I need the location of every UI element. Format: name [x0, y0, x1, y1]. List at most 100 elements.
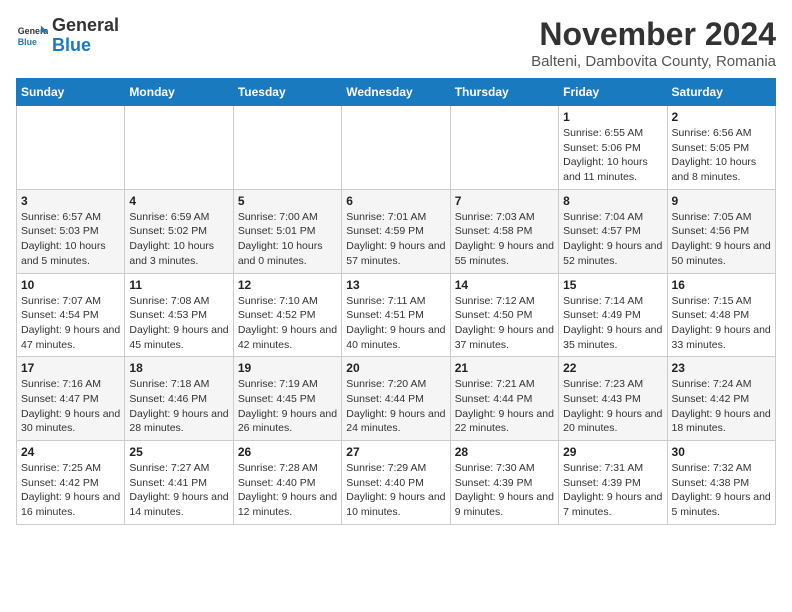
day-number: 22: [563, 361, 662, 375]
day-info: Sunrise: 7:18 AM Sunset: 4:46 PM Dayligh…: [129, 377, 228, 436]
day-info: Sunrise: 7:31 AM Sunset: 4:39 PM Dayligh…: [563, 461, 662, 520]
calendar-cell: 12 Sunrise: 7:10 AM Sunset: 4:52 PM Dayli…: [233, 273, 341, 357]
calendar-cell: [342, 106, 450, 190]
day-number: 18: [129, 361, 228, 375]
calendar-cell: 23 Sunrise: 7:24 AM Sunset: 4:42 PM Dayli…: [667, 357, 775, 441]
page-header: General Blue General Blue November 2024 …: [16, 16, 776, 70]
day-info: Sunrise: 7:27 AM Sunset: 4:41 PM Dayligh…: [129, 461, 228, 520]
calendar-cell: 8Sunrise: 7:04 AM Sunset: 4:57 PM Daylig…: [559, 189, 667, 273]
day-info: Sunrise: 7:19 AM Sunset: 4:45 PM Dayligh…: [238, 377, 337, 436]
calendar-cell: 7 Sunrise: 7:03 AM Sunset: 4:58 PM Daylig…: [450, 189, 558, 273]
day-number: 23: [672, 361, 771, 375]
day-info: Sunrise: 7:07 AM Sunset: 4:54 PM Dayligh…: [21, 294, 120, 353]
day-info: Sunrise: 6:57 AM Sunset: 5:03 PM Dayligh…: [21, 210, 120, 269]
day-info: Sunrise: 6:59 AM Sunset: 5:02 PM Dayligh…: [129, 210, 228, 269]
day-number: 19: [238, 361, 337, 375]
day-info: Sunrise: 7:24 AM Sunset: 4:42 PM Dayligh…: [672, 377, 771, 436]
calendar-cell: 16Sunrise: 7:15 AM Sunset: 4:48 PM Dayli…: [667, 273, 775, 357]
weekday-header-monday: Monday: [125, 79, 233, 106]
calendar-week-3: 10Sunrise: 7:07 AM Sunset: 4:54 PM Dayli…: [17, 273, 776, 357]
day-info: Sunrise: 7:08 AM Sunset: 4:53 PM Dayligh…: [129, 294, 228, 353]
calendar-cell: 2 Sunrise: 6:56 AM Sunset: 5:05 PM Daylig…: [667, 106, 775, 190]
day-number: 25: [129, 445, 228, 459]
day-info: Sunrise: 7:01 AM Sunset: 4:59 PM Dayligh…: [346, 210, 445, 269]
day-number: 5: [238, 194, 337, 208]
day-number: 28: [455, 445, 554, 459]
calendar-cell: [450, 106, 558, 190]
calendar-cell: 10Sunrise: 7:07 AM Sunset: 4:54 PM Dayli…: [17, 273, 125, 357]
day-number: 20: [346, 361, 445, 375]
day-number: 3: [21, 194, 120, 208]
day-number: 12: [238, 278, 337, 292]
calendar-cell: 11 Sunrise: 7:08 AM Sunset: 4:53 PM Dayli…: [125, 273, 233, 357]
location-subtitle: Balteni, Dambovita County, Romania: [531, 53, 776, 70]
calendar-cell: 6 Sunrise: 7:01 AM Sunset: 4:59 PM Daylig…: [342, 189, 450, 273]
day-number: 27: [346, 445, 445, 459]
day-number: 2: [672, 110, 771, 124]
day-info: Sunrise: 7:10 AM Sunset: 4:52 PM Dayligh…: [238, 294, 337, 353]
day-number: 14: [455, 278, 554, 292]
calendar-cell: 22 Sunrise: 7:23 AM Sunset: 4:43 PM Dayli…: [559, 357, 667, 441]
calendar-cell: 18 Sunrise: 7:18 AM Sunset: 4:46 PM Dayli…: [125, 357, 233, 441]
weekday-header-saturday: Saturday: [667, 79, 775, 106]
day-info: Sunrise: 7:14 AM Sunset: 4:49 PM Dayligh…: [563, 294, 662, 353]
calendar-week-2: 3 Sunrise: 6:57 AM Sunset: 5:03 PM Daylig…: [17, 189, 776, 273]
weekday-header-row: SundayMondayTuesdayWednesdayThursdayFrid…: [17, 79, 776, 106]
logo-icon: General Blue: [16, 20, 48, 52]
day-number: 17: [21, 361, 120, 375]
weekday-header-friday: Friday: [559, 79, 667, 106]
day-info: Sunrise: 7:11 AM Sunset: 4:51 PM Dayligh…: [346, 294, 445, 353]
calendar-cell: 13 Sunrise: 7:11 AM Sunset: 4:51 PM Dayli…: [342, 273, 450, 357]
day-info: Sunrise: 6:56 AM Sunset: 5:05 PM Dayligh…: [672, 126, 771, 185]
day-info: Sunrise: 7:28 AM Sunset: 4:40 PM Dayligh…: [238, 461, 337, 520]
day-info: Sunrise: 7:03 AM Sunset: 4:58 PM Dayligh…: [455, 210, 554, 269]
calendar-cell: 24Sunrise: 7:25 AM Sunset: 4:42 PM Dayli…: [17, 441, 125, 525]
day-info: Sunrise: 6:55 AM Sunset: 5:06 PM Dayligh…: [563, 126, 662, 185]
day-number: 11: [129, 278, 228, 292]
logo-text: General Blue: [52, 16, 119, 56]
weekday-header-sunday: Sunday: [17, 79, 125, 106]
day-number: 6: [346, 194, 445, 208]
calendar-cell: 1Sunrise: 6:55 AM Sunset: 5:06 PM Daylig…: [559, 106, 667, 190]
day-info: Sunrise: 7:30 AM Sunset: 4:39 PM Dayligh…: [455, 461, 554, 520]
month-year-title: November 2024: [531, 16, 776, 53]
calendar-cell: 4 Sunrise: 6:59 AM Sunset: 5:02 PM Daylig…: [125, 189, 233, 273]
calendar-week-4: 17 Sunrise: 7:16 AM Sunset: 4:47 PM Dayli…: [17, 357, 776, 441]
day-number: 26: [238, 445, 337, 459]
calendar-cell: 26 Sunrise: 7:28 AM Sunset: 4:40 PM Dayli…: [233, 441, 341, 525]
calendar-table: SundayMondayTuesdayWednesdayThursdayFrid…: [16, 78, 776, 525]
day-info: Sunrise: 7:15 AM Sunset: 4:48 PM Dayligh…: [672, 294, 771, 353]
day-number: 7: [455, 194, 554, 208]
calendar-cell: 20Sunrise: 7:20 AM Sunset: 4:44 PM Dayli…: [342, 357, 450, 441]
weekday-header-thursday: Thursday: [450, 79, 558, 106]
day-info: Sunrise: 7:16 AM Sunset: 4:47 PM Dayligh…: [21, 377, 120, 436]
calendar-cell: 28 Sunrise: 7:30 AM Sunset: 4:39 PM Dayli…: [450, 441, 558, 525]
day-info: Sunrise: 7:29 AM Sunset: 4:40 PM Dayligh…: [346, 461, 445, 520]
day-number: 13: [346, 278, 445, 292]
day-number: 29: [563, 445, 662, 459]
calendar-cell: 19 Sunrise: 7:19 AM Sunset: 4:45 PM Dayli…: [233, 357, 341, 441]
weekday-header-tuesday: Tuesday: [233, 79, 341, 106]
calendar-cell: 17 Sunrise: 7:16 AM Sunset: 4:47 PM Dayli…: [17, 357, 125, 441]
calendar-week-1: 1Sunrise: 6:55 AM Sunset: 5:06 PM Daylig…: [17, 106, 776, 190]
day-number: 4: [129, 194, 228, 208]
calendar-cell: 3 Sunrise: 6:57 AM Sunset: 5:03 PM Daylig…: [17, 189, 125, 273]
calendar-cell: 14 Sunrise: 7:12 AM Sunset: 4:50 PM Dayli…: [450, 273, 558, 357]
calendar-cell: 29 Sunrise: 7:31 AM Sunset: 4:39 PM Dayli…: [559, 441, 667, 525]
logo: General Blue General Blue: [16, 16, 119, 56]
calendar-cell: 27 Sunrise: 7:29 AM Sunset: 4:40 PM Dayli…: [342, 441, 450, 525]
day-info: Sunrise: 7:12 AM Sunset: 4:50 PM Dayligh…: [455, 294, 554, 353]
calendar-cell: [125, 106, 233, 190]
day-number: 8: [563, 194, 662, 208]
svg-text:Blue: Blue: [18, 37, 37, 47]
day-info: Sunrise: 7:05 AM Sunset: 4:56 PM Dayligh…: [672, 210, 771, 269]
title-block: November 2024 Balteni, Dambovita County,…: [531, 16, 776, 70]
calendar-cell: 21Sunrise: 7:21 AM Sunset: 4:44 PM Dayli…: [450, 357, 558, 441]
calendar-cell: [233, 106, 341, 190]
calendar-cell: 30Sunrise: 7:32 AM Sunset: 4:38 PM Dayli…: [667, 441, 775, 525]
day-info: Sunrise: 7:23 AM Sunset: 4:43 PM Dayligh…: [563, 377, 662, 436]
day-number: 30: [672, 445, 771, 459]
day-info: Sunrise: 7:21 AM Sunset: 4:44 PM Dayligh…: [455, 377, 554, 436]
calendar-cell: 5Sunrise: 7:00 AM Sunset: 5:01 PM Daylig…: [233, 189, 341, 273]
calendar-cell: 25 Sunrise: 7:27 AM Sunset: 4:41 PM Dayli…: [125, 441, 233, 525]
